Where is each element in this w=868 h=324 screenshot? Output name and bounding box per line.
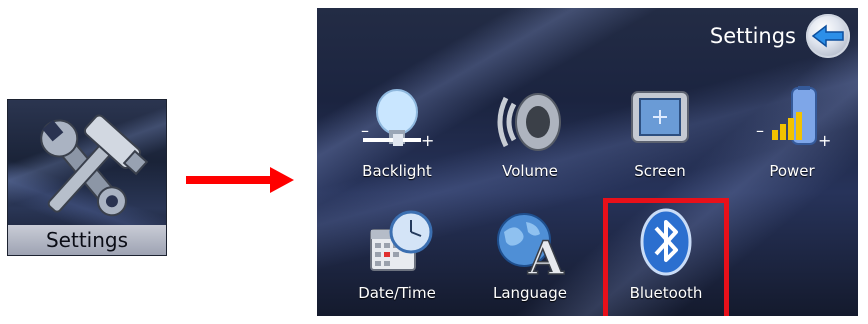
volume-button[interactable]: Volume	[470, 86, 590, 186]
backlight-label: Backlight	[362, 162, 432, 180]
screen-label: Screen	[634, 162, 686, 180]
right-arrow-icon	[186, 167, 294, 193]
language-label: Language	[492, 284, 568, 302]
screen-button[interactable]: Screen	[600, 86, 720, 186]
backlight-icon: – +	[361, 89, 434, 150]
volume-icon	[497, 93, 561, 151]
date-time-icon	[370, 210, 433, 271]
title-bar: Settings	[710, 14, 850, 58]
volume-label: Volume	[502, 162, 558, 180]
power-icon: – +	[756, 86, 831, 150]
svg-text:–: –	[361, 121, 369, 140]
screen-icon	[631, 91, 689, 143]
settings-screen: Settings – + Backlight Volume Screen – +…	[317, 8, 858, 316]
language-icon: A	[497, 213, 566, 280]
page-title: Settings	[709, 24, 796, 48]
language-button[interactable]: A Language	[470, 208, 590, 308]
power-button[interactable]: – + Power	[732, 86, 852, 186]
back-arrow-icon	[811, 24, 844, 48]
svg-text:+: +	[421, 131, 434, 150]
backlight-button[interactable]: – + Backlight	[337, 86, 457, 186]
date-time-label: Date/Time	[358, 284, 436, 302]
back-button[interactable]	[806, 14, 850, 58]
svg-text:A: A	[527, 231, 565, 280]
date-time-button[interactable]: Date/Time	[337, 208, 457, 308]
svg-text:+: +	[818, 131, 831, 150]
settings-app-tile[interactable]: Settings	[7, 99, 167, 256]
tools-icon	[40, 114, 149, 217]
settings-tile-label: Settings	[8, 225, 166, 255]
power-label: Power	[769, 162, 815, 180]
svg-text:–: –	[756, 121, 764, 140]
bluetooth-highlight-box	[603, 198, 729, 316]
